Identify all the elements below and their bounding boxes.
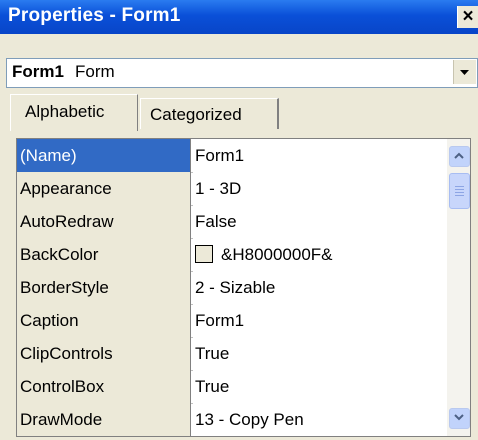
scroll-up-button[interactable]	[449, 146, 470, 167]
property-row-clipcontrols[interactable]: ClipControls True	[17, 337, 447, 371]
property-value[interactable]: False	[193, 205, 447, 238]
vertical-scrollbar[interactable]	[447, 139, 470, 436]
chevron-up-icon	[454, 152, 464, 159]
thumb-grip	[455, 186, 464, 187]
property-value[interactable]: True	[193, 337, 447, 370]
property-row-borderstyle[interactable]: BorderStyle 2 - Sizable	[17, 271, 447, 305]
property-value[interactable]: True	[193, 370, 447, 403]
property-name: DrawMode	[17, 403, 191, 436]
tab-alphabetic-label: Alphabetic	[25, 102, 105, 121]
property-name: BackColor	[17, 238, 191, 271]
property-name: Caption	[17, 304, 191, 337]
thumb-grip	[455, 195, 464, 196]
title-bar[interactable]: Properties - Form1 ×	[0, 0, 478, 34]
property-row-name[interactable]: (Name) Form1	[17, 139, 447, 173]
object-type: Form	[75, 62, 115, 81]
window-title: Properties - Form1	[8, 5, 181, 26]
tab-categorized-label: Categorized	[150, 105, 242, 124]
backcolor-value: &H8000000F&	[221, 245, 333, 264]
property-value[interactable]: 13 - Copy Pen	[193, 403, 447, 436]
scroll-down-button[interactable]	[449, 408, 470, 429]
property-row-backcolor[interactable]: BackColor &H8000000F&	[17, 238, 447, 272]
tab-alphabetic[interactable]: Alphabetic	[10, 94, 138, 131]
property-grid: (Name) Form1 Appearance 1 - 3D AutoRedra…	[16, 138, 471, 437]
chevron-down-icon	[454, 414, 464, 421]
property-name: Appearance	[17, 172, 191, 205]
property-value[interactable]: 2 - Sizable	[193, 271, 447, 304]
property-row-appearance[interactable]: Appearance 1 - 3D	[17, 172, 447, 206]
property-name: BorderStyle	[17, 271, 191, 304]
color-swatch	[195, 244, 213, 263]
property-value[interactable]: 1 - 3D	[193, 172, 447, 205]
property-row-drawmode[interactable]: DrawMode 13 - Copy Pen	[17, 403, 447, 436]
property-row-caption[interactable]: Caption Form1	[17, 304, 447, 338]
thumb-grip	[455, 189, 464, 190]
object-selector[interactable]: Form1 Form	[6, 58, 478, 88]
close-button[interactable]: ×	[457, 6, 478, 28]
property-row-autoredraw[interactable]: AutoRedraw False	[17, 205, 447, 239]
object-dropdown-button[interactable]	[453, 60, 476, 84]
thumb-grip	[455, 192, 464, 193]
property-value[interactable]: Form1	[193, 304, 447, 337]
object-name: Form1	[12, 62, 64, 81]
property-value[interactable]: Form1	[193, 139, 447, 172]
scroll-thumb[interactable]	[449, 173, 470, 209]
property-name: ControlBox	[17, 370, 191, 403]
property-name: (Name)	[17, 139, 191, 172]
property-value[interactable]: &H8000000F&	[193, 238, 447, 271]
property-name: AutoRedraw	[17, 205, 191, 238]
property-row-controlbox[interactable]: ControlBox True	[17, 370, 447, 404]
close-icon: ×	[462, 6, 474, 27]
property-list: (Name) Form1 Appearance 1 - 3D AutoRedra…	[17, 139, 447, 436]
chevron-down-icon	[460, 70, 469, 75]
tab-categorized[interactable]: Categorized	[140, 98, 279, 129]
property-name: ClipControls	[17, 337, 191, 370]
